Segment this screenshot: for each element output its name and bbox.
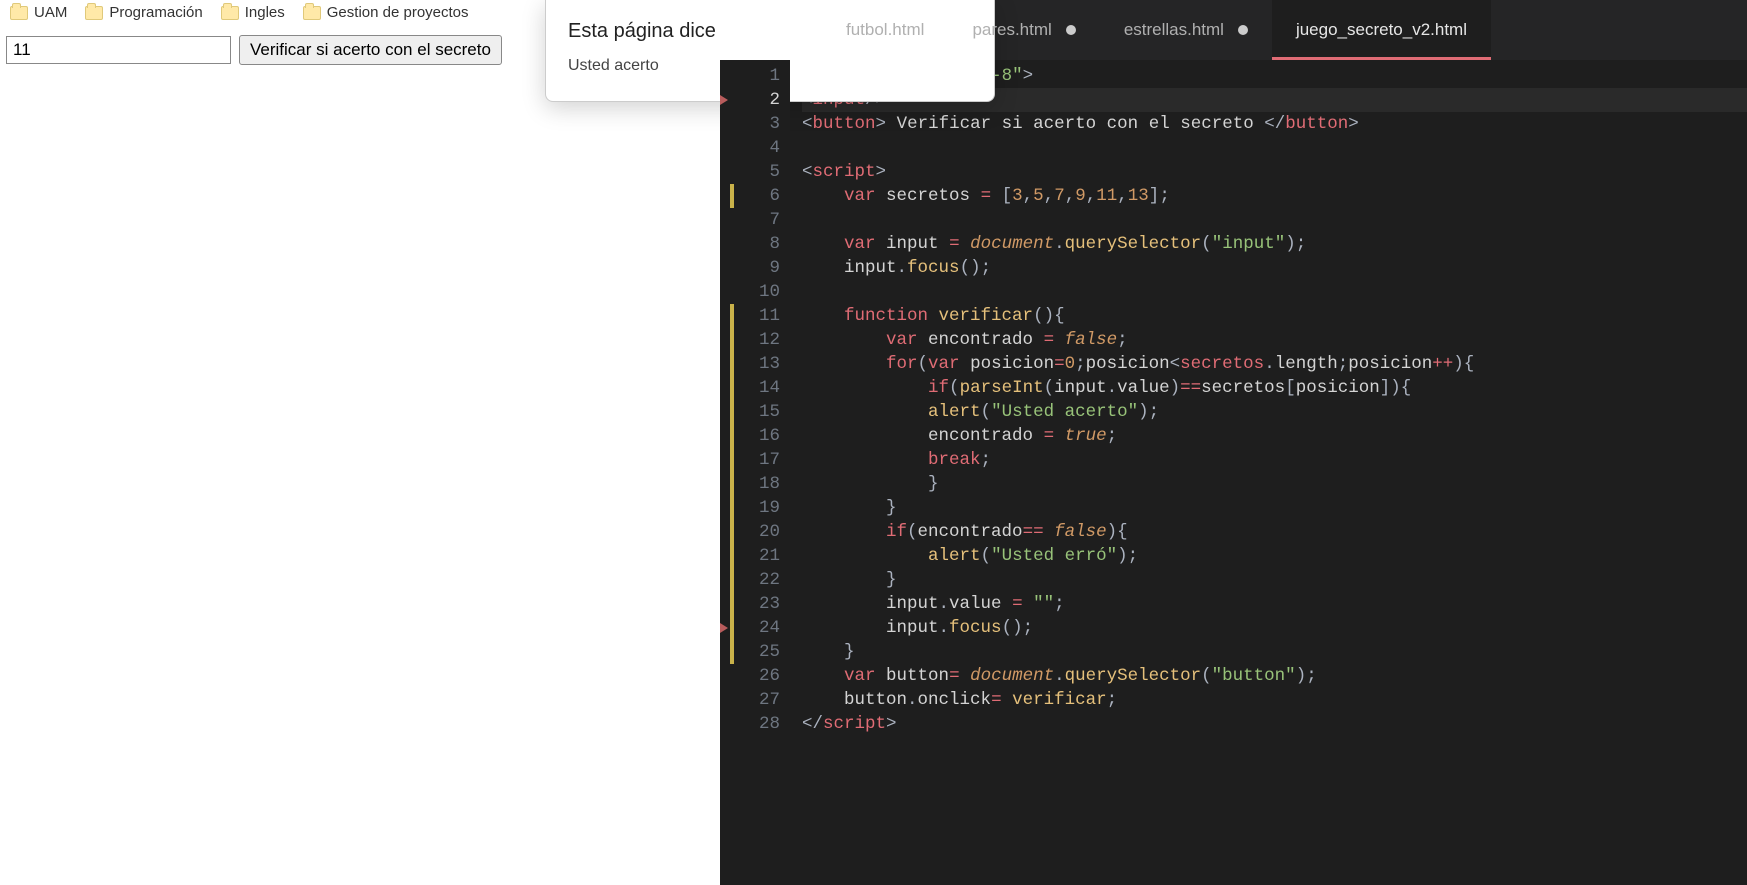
line-number: 11: [730, 304, 780, 328]
line-number: 7: [730, 208, 780, 232]
tab-label: juego_secreto_v2.html: [1296, 20, 1467, 40]
code-line[interactable]: for(var posicion=0;posicion<secretos.len…: [802, 352, 1747, 376]
folder-icon: [85, 6, 103, 20]
code-line[interactable]: </script>: [802, 712, 1747, 736]
editor-pane: ‹ › futbol.htmlpares.htmlestrellas.htmlj…: [720, 0, 1747, 885]
code-line[interactable]: [802, 208, 1747, 232]
tab-estrellas-html[interactable]: estrellas.html: [1100, 0, 1272, 60]
bookmark-uam[interactable]: UAM: [10, 4, 67, 21]
code-line[interactable]: input.focus();: [802, 256, 1747, 280]
bookmark-label: Gestion de proyectos: [327, 4, 469, 21]
verify-button[interactable]: Verificar si acerto con el secreto: [239, 35, 502, 65]
line-number: 8: [730, 232, 780, 256]
bookmark-label: Programación: [109, 4, 202, 21]
code-line[interactable]: var secretos = [3,5,7,9,11,13];: [802, 184, 1747, 208]
code-line[interactable]: alert("Usted erró");: [802, 544, 1747, 568]
code-line[interactable]: var input = document.querySelector("inpu…: [802, 232, 1747, 256]
code-line[interactable]: }: [802, 496, 1747, 520]
code-line[interactable]: encontrado = true;: [802, 424, 1747, 448]
code-line[interactable]: break;: [802, 448, 1747, 472]
bookmark-ingles[interactable]: Ingles: [221, 4, 285, 21]
line-number: 6: [730, 184, 780, 208]
secret-input[interactable]: [6, 36, 231, 64]
line-number: 26: [730, 664, 780, 688]
modified-indicator: [730, 304, 734, 664]
code-content[interactable]: <meta charset="UTF-8"><input/><button> V…: [790, 60, 1747, 885]
line-number: 3: [730, 112, 780, 136]
tab-label: futbol.html: [846, 20, 924, 40]
line-number: 1: [730, 64, 780, 88]
gutter-error-marks: [720, 60, 730, 885]
code-line[interactable]: [802, 280, 1747, 304]
tab-pares-html[interactable]: pares.html: [948, 0, 1099, 60]
bookmark-gestion[interactable]: Gestion de proyectos: [303, 4, 469, 21]
bookmark-programacion[interactable]: Programación: [85, 4, 202, 21]
bookmark-label: Ingles: [245, 4, 285, 21]
line-number: 10: [730, 280, 780, 304]
line-number: 20: [730, 520, 780, 544]
line-number: 24: [730, 616, 780, 640]
line-number: 23: [730, 592, 780, 616]
folder-icon: [10, 6, 28, 20]
line-number: 19: [730, 496, 780, 520]
folder-icon: [221, 6, 239, 20]
tab-juego_secreto_v2-html[interactable]: juego_secreto_v2.html: [1272, 0, 1491, 60]
code-line[interactable]: [802, 136, 1747, 160]
line-number: 25: [730, 640, 780, 664]
tab-label: pares.html: [972, 20, 1051, 40]
line-number: 16: [730, 424, 780, 448]
line-number: 22: [730, 568, 780, 592]
code-line[interactable]: }: [802, 472, 1747, 496]
modified-indicator: [730, 184, 734, 208]
tab-futbol-html[interactable]: futbol.html: [822, 0, 948, 60]
code-line[interactable]: var encontrado = false;: [802, 328, 1747, 352]
line-number: 18: [730, 472, 780, 496]
code-line[interactable]: if(encontrado== false){: [802, 520, 1747, 544]
line-number: 28: [730, 712, 780, 736]
code-line[interactable]: <script>: [802, 160, 1747, 184]
code-line[interactable]: <button> Verificar si acerto con el secr…: [802, 112, 1747, 136]
line-number: 17: [730, 448, 780, 472]
error-mark-icon: [720, 95, 728, 105]
code-line[interactable]: input.focus();: [802, 616, 1747, 640]
line-number: 4: [730, 136, 780, 160]
code-line[interactable]: }: [802, 568, 1747, 592]
error-mark-icon: [720, 623, 728, 633]
folder-icon: [303, 6, 321, 20]
line-number-gutter: 1234567891011121314151617181920212223242…: [730, 60, 790, 885]
code-line[interactable]: var button= document.querySelector("butt…: [802, 664, 1747, 688]
line-number: 9: [730, 256, 780, 280]
code-line[interactable]: }: [802, 640, 1747, 664]
line-number: 12: [730, 328, 780, 352]
line-number: 2: [730, 88, 780, 112]
code-line[interactable]: if(parseInt(input.value)==secretos[posic…: [802, 376, 1747, 400]
line-number: 21: [730, 544, 780, 568]
code-line[interactable]: function verificar(){: [802, 304, 1747, 328]
code-line[interactable]: input.value = "";: [802, 592, 1747, 616]
editor-tab-row: ‹ › futbol.htmlpares.htmlestrellas.htmlj…: [720, 0, 1747, 60]
line-number: 5: [730, 160, 780, 184]
bookmark-label: UAM: [34, 4, 67, 21]
code-line[interactable]: button.onclick= verificar;: [802, 688, 1747, 712]
code-line[interactable]: alert("Usted acerto");: [802, 400, 1747, 424]
line-number: 13: [730, 352, 780, 376]
browser-pane: UAM Programación Ingles Gestion de proye…: [0, 0, 720, 885]
line-number: 14: [730, 376, 780, 400]
line-number: 15: [730, 400, 780, 424]
code-area[interactable]: 1234567891011121314151617181920212223242…: [720, 60, 1747, 885]
line-number: 27: [730, 688, 780, 712]
tab-label: estrellas.html: [1124, 20, 1224, 40]
